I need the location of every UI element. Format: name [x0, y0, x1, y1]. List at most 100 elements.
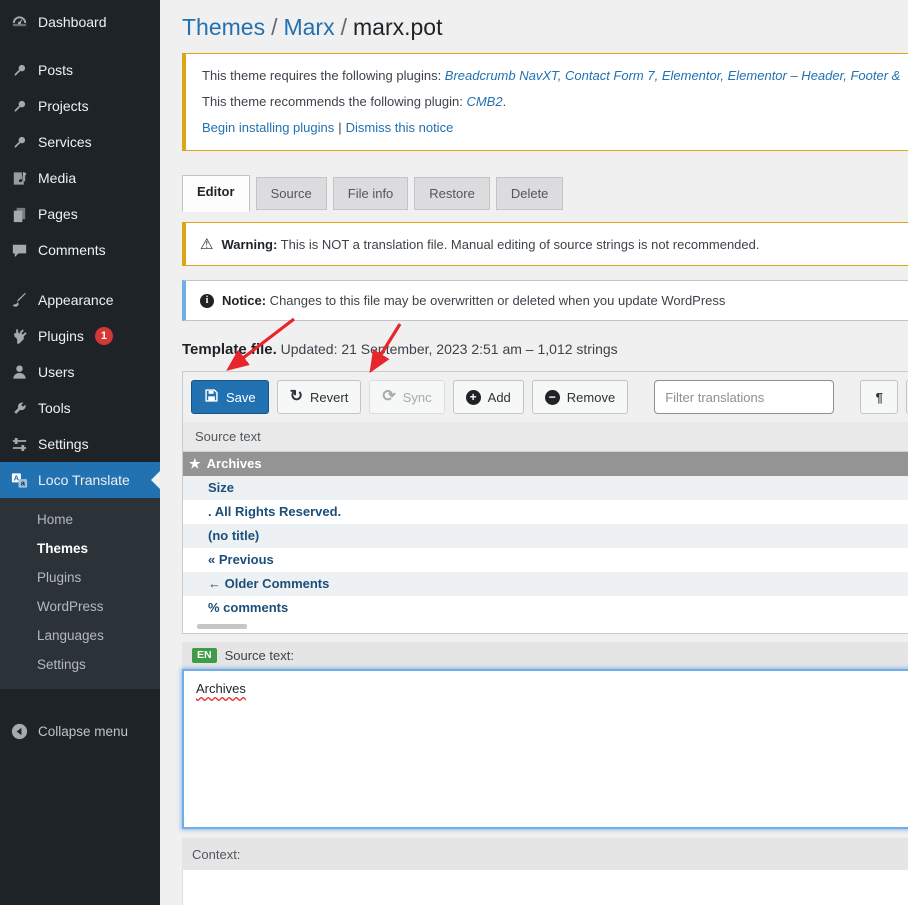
language-badge: EN — [192, 648, 217, 663]
filter-translations-input[interactable] — [654, 380, 834, 414]
revert-button[interactable]: ↻ Revert — [277, 380, 362, 414]
plugin-link-contact-form-7[interactable]: Contact Form 7, — [565, 68, 658, 83]
warning-text: Warning: This is NOT a translation file.… — [221, 237, 759, 252]
breadcrumb-link-marx[interactable]: Marx — [283, 14, 334, 40]
source-row[interactable]: Size — [183, 476, 908, 500]
info-banner: i Notice: Changes to this file may be ov… — [182, 280, 908, 321]
pane-splitter[interactable] — [182, 829, 908, 838]
source-row[interactable]: « Previous — [183, 548, 908, 572]
sync-button[interactable]: ⟳ Sync — [369, 380, 444, 414]
sidebar-item-label: Pages — [38, 206, 78, 222]
media-icon — [9, 168, 29, 188]
save-button[interactable]: Save — [191, 380, 269, 414]
pushpin-icon — [9, 96, 29, 116]
sidebar-item-label: Media — [38, 170, 76, 186]
sidebar-item-comments[interactable]: Comments — [0, 232, 160, 268]
remove-button[interactable]: − Remove — [532, 380, 628, 414]
plugin-link-elementor[interactable]: Elementor, — [662, 68, 724, 83]
sidebar-item-pages[interactable]: Pages — [0, 196, 160, 232]
tab-restore[interactable]: Restore — [414, 177, 490, 210]
source-text-list: Size . All Rights Reserved. (no title) «… — [183, 476, 908, 620]
sidebar-item-plugins[interactable]: Plugins 1 — [0, 318, 160, 354]
sidebar-item-media[interactable]: Media — [0, 160, 160, 196]
translation-editor-form: EN Source text: Archives Context: — [182, 642, 908, 905]
add-circle-icon: + — [466, 390, 481, 405]
wrench-icon — [9, 398, 29, 418]
source-text-label: Source text: — [225, 648, 294, 663]
save-floppy-icon — [204, 388, 219, 406]
sidebar-item-tools[interactable]: Tools — [0, 390, 160, 426]
tab-source[interactable]: Source — [256, 177, 327, 210]
begin-installing-plugins-link[interactable]: Begin installing plugins — [202, 120, 334, 135]
submenu-item-plugins[interactable]: Plugins — [0, 563, 160, 592]
dashboard-icon — [9, 12, 29, 32]
sliders-icon — [9, 434, 29, 454]
context-label-bar: Context: — [182, 838, 908, 870]
sidebar-item-appearance[interactable]: Appearance — [0, 282, 160, 318]
sidebar-item-posts[interactable]: Posts — [0, 52, 160, 88]
sidebar-item-label: Posts — [38, 62, 73, 78]
collapse-menu-button[interactable]: Collapse menu — [0, 713, 160, 749]
dismiss-notice-link[interactable]: Dismiss this notice — [346, 120, 454, 135]
source-row[interactable]: . All Rights Reserved. — [183, 500, 908, 524]
remove-circle-icon: − — [545, 390, 560, 405]
submenu-item-settings[interactable]: Settings — [0, 650, 160, 679]
info-icon: i — [200, 294, 214, 308]
scrollbar-thumb[interactable] — [197, 624, 247, 629]
list-horizontal-scrollbar[interactable] — [183, 620, 908, 633]
context-input[interactable] — [182, 870, 908, 905]
sidebar-item-label: Settings — [38, 436, 89, 452]
source-row[interactable]: ← Older Comments — [183, 572, 908, 596]
sidebar-item-services[interactable]: Services — [0, 124, 160, 160]
editor-toolbar: Save ↻ Revert ⟳ Sync + Add − Remove ¶ </… — [183, 372, 908, 422]
star-icon: ★ — [189, 456, 201, 471]
file-tabs: Editor Source File info Restore Delete — [182, 175, 908, 210]
plugin-link-breadcrumb-navxt[interactable]: Breadcrumb NavXT, — [445, 68, 562, 83]
loco-translate-submenu: Home Themes Plugins WordPress Languages … — [0, 498, 160, 689]
sidebar-item-label: Comments — [38, 242, 106, 258]
sidebar-item-projects[interactable]: Projects — [0, 88, 160, 124]
notice-text: Notice: Changes to this file may be over… — [222, 293, 725, 308]
sidebar-item-dashboard[interactable]: Dashboard — [0, 0, 160, 40]
sidebar-item-label: Loco Translate — [38, 472, 130, 488]
submenu-item-languages[interactable]: Languages — [0, 621, 160, 650]
revert-icon: ↻ — [290, 389, 303, 405]
breadcrumb-current: marx.pot — [353, 14, 442, 40]
source-row[interactable]: % comments — [183, 596, 908, 620]
plugin-link-elementor-header-footer[interactable]: Elementor – Header, Footer & — [728, 68, 901, 83]
warning-triangle-icon: ⚠ — [200, 235, 213, 253]
sidebar-item-users[interactable]: Users — [0, 354, 160, 390]
collapse-arrow-icon — [9, 721, 29, 741]
required-plugins-notice: This theme requires the following plugin… — [182, 53, 908, 151]
sidebar-item-loco-translate[interactable]: Aa Loco Translate — [0, 462, 160, 498]
sidebar-item-label: Dashboard — [38, 14, 107, 30]
source-text-label-bar: EN Source text: — [182, 642, 908, 669]
submenu-item-themes[interactable]: Themes — [0, 534, 160, 563]
source-text-editor[interactable]: Archives — [182, 669, 908, 829]
main-content: Themes/Marx/marx.pot This theme requires… — [160, 0, 908, 905]
plugin-link-cmb2[interactable]: CMB2 — [466, 94, 502, 109]
plugin-icon — [9, 326, 29, 346]
invisibles-toggle-button[interactable]: ¶ — [860, 380, 898, 414]
paintbrush-icon — [9, 290, 29, 310]
submenu-item-home[interactable]: Home — [0, 505, 160, 534]
tab-delete[interactable]: Delete — [496, 177, 564, 210]
template-file-info: Template file. Updated: 21 September, 20… — [182, 341, 908, 358]
add-button[interactable]: + Add — [453, 380, 524, 414]
pages-icon — [9, 204, 29, 224]
translate-icon: Aa — [9, 470, 29, 490]
plugins-update-badge: 1 — [95, 327, 113, 345]
tab-file-info[interactable]: File info — [333, 177, 409, 210]
tab-editor[interactable]: Editor — [182, 175, 250, 212]
source-row-selected[interactable]: ★Archives — [183, 452, 908, 476]
breadcrumb-link-themes[interactable]: Themes — [182, 14, 265, 40]
source-row[interactable]: (no title) — [183, 524, 908, 548]
submenu-item-wordpress[interactable]: WordPress — [0, 592, 160, 621]
pushpin-icon — [9, 132, 29, 152]
source-text-value: Archives — [196, 681, 246, 696]
sidebar-item-settings[interactable]: Settings — [0, 426, 160, 462]
required-plugins-line: This theme requires the following plugin… — [202, 63, 908, 89]
warning-banner: ⚠ Warning: This is NOT a translation fil… — [182, 222, 908, 266]
sidebar-item-label: Appearance — [38, 292, 114, 308]
collapse-menu-label: Collapse menu — [38, 724, 128, 739]
